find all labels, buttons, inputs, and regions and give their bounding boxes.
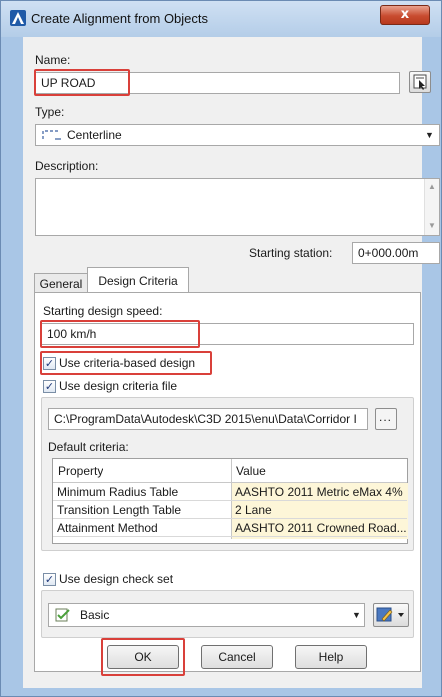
ok-button[interactable]: OK bbox=[107, 645, 179, 669]
use-check-set-label: Use design check set bbox=[59, 572, 174, 586]
row-value[interactable]: AASHTO 2011 Crowned Road... bbox=[235, 521, 407, 535]
use-check-set-checkbox[interactable]: ✓ bbox=[43, 573, 56, 586]
column-header-property: Property bbox=[58, 464, 104, 478]
description-textarea[interactable] bbox=[35, 178, 440, 236]
name-label: Name: bbox=[35, 53, 71, 67]
use-criteria-checkbox[interactable]: ✓ bbox=[43, 357, 56, 370]
type-label: Type: bbox=[35, 105, 65, 119]
pick-name-button[interactable] bbox=[409, 71, 431, 93]
scroll-up-icon[interactable]: ▲ bbox=[428, 182, 436, 191]
help-button-label: Help bbox=[318, 650, 344, 664]
ok-button-label: OK bbox=[134, 650, 152, 664]
edit-check-set-button[interactable] bbox=[373, 603, 409, 627]
dialog-client-area: Name: UP ROAD Type: Centerline ▼ Descrip… bbox=[23, 37, 440, 688]
checkmark-icon: ✓ bbox=[44, 380, 55, 393]
design-speed-input[interactable]: 100 km/h bbox=[41, 323, 414, 345]
cancel-button[interactable]: Cancel bbox=[201, 645, 273, 669]
type-chevron-down-icon: ▼ bbox=[425, 130, 434, 140]
table-row[interactable]: Minimum Radius Table AASHTO 2011 Metric … bbox=[53, 483, 407, 501]
design-speed-value: 100 km/h bbox=[47, 327, 97, 341]
check-set-chevron-down-icon: ▼ bbox=[352, 610, 361, 620]
default-criteria-label: Default criteria: bbox=[48, 440, 129, 454]
checkmark-icon: ✓ bbox=[44, 573, 55, 586]
pick-in-drawing-icon bbox=[413, 74, 427, 90]
cancel-button-label: Cancel bbox=[218, 650, 256, 664]
starting-station-label: Starting station: bbox=[249, 246, 333, 260]
use-criteria-label: Use criteria-based design bbox=[59, 356, 196, 370]
table-row[interactable]: Attainment Method AASHTO 2011 Crowned Ro… bbox=[53, 519, 407, 537]
close-button[interactable]: x bbox=[380, 5, 430, 25]
description-scrollbar[interactable]: ▲ ▼ bbox=[424, 179, 439, 235]
tab-general-label: General bbox=[39, 276, 83, 291]
name-input-value: UP ROAD bbox=[41, 76, 96, 90]
scroll-down-icon[interactable]: ▼ bbox=[428, 221, 436, 230]
check-set-icon bbox=[55, 608, 70, 622]
checkmark-icon: ✓ bbox=[44, 357, 55, 370]
row-value[interactable]: AASHTO 2011 Metric eMax 4% bbox=[235, 485, 407, 499]
close-icon: x bbox=[400, 7, 410, 22]
row-property: Transition Length Table bbox=[57, 503, 182, 517]
description-label: Description: bbox=[35, 159, 99, 173]
ellipsis-icon: ... bbox=[379, 410, 393, 424]
column-header-value: Value bbox=[236, 464, 266, 478]
criteria-file-path-input[interactable]: C:\ProgramData\Autodesk\C3D 2015\enu\Dat… bbox=[48, 408, 368, 430]
type-value: Centerline bbox=[67, 128, 122, 142]
tab-design-criteria[interactable]: Design Criteria bbox=[87, 267, 189, 293]
design-speed-label: Starting design speed: bbox=[43, 304, 163, 318]
check-set-value: Basic bbox=[80, 608, 110, 622]
help-button[interactable]: Help bbox=[295, 645, 367, 669]
starting-station-input[interactable]: 0+000.00m bbox=[352, 242, 440, 264]
name-input[interactable]: UP ROAD bbox=[35, 72, 400, 94]
dialog-title: Create Alignment from Objects bbox=[31, 11, 209, 26]
check-set-dropdown[interactable]: Basic bbox=[48, 603, 365, 627]
criteria-file-path-value: C:\ProgramData\Autodesk\C3D 2015\enu\Dat… bbox=[54, 412, 357, 426]
table-header: Property Value bbox=[53, 459, 407, 483]
edit-check-set-icon bbox=[376, 607, 404, 622]
check-set-group: Basic ▼ bbox=[41, 590, 414, 638]
starting-station-value: 0+000.00m bbox=[358, 246, 419, 260]
type-dropdown[interactable]: Centerline bbox=[35, 124, 440, 146]
dialog-window: Create Alignment from Objects x Name: UP… bbox=[0, 0, 442, 697]
default-criteria-table: Property Value Minimum Radius Table AASH… bbox=[52, 458, 408, 544]
use-criteria-file-checkbox[interactable]: ✓ bbox=[43, 380, 56, 393]
row-property: Minimum Radius Table bbox=[57, 485, 179, 499]
browse-file-button[interactable]: ... bbox=[375, 408, 397, 430]
design-criteria-panel: Starting design speed: 100 km/h ✓ Use cr… bbox=[34, 292, 421, 672]
criteria-file-group: C:\ProgramData\Autodesk\C3D 2015\enu\Dat… bbox=[41, 397, 414, 551]
title-bar[interactable]: Create Alignment from Objects x bbox=[1, 1, 441, 37]
centerline-icon bbox=[42, 130, 61, 140]
civil3d-app-icon bbox=[10, 10, 26, 26]
table-row[interactable]: Transition Length Table 2 Lane bbox=[53, 501, 407, 519]
tab-design-criteria-label: Design Criteria bbox=[98, 273, 178, 288]
row-property: Attainment Method bbox=[57, 521, 158, 535]
row-value[interactable]: 2 Lane bbox=[235, 503, 407, 517]
use-criteria-file-label: Use design criteria file bbox=[59, 379, 178, 393]
tab-general[interactable]: General bbox=[34, 273, 88, 293]
